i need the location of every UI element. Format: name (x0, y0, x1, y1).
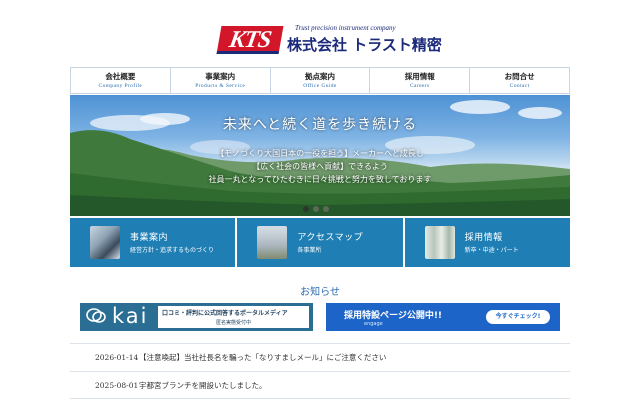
kai-banner[interactable]: kai 口コミ・評判に公式回答するポータルメディア 匿名実態受付中 (80, 303, 313, 331)
feature-sub: 経営方針・追求するものづくり (130, 247, 215, 254)
logo-tagline: Trust precision instrument company (295, 24, 396, 32)
nav-sublabel: Company Profile (98, 83, 143, 89)
hero-line: 社員一丸となってひたむきに日々挑戦と努力を致しております (208, 175, 432, 184)
feature-sub: 各事業所 (297, 247, 322, 254)
feature-access-map[interactable]: アクセスマップ 各事業所 (237, 218, 403, 267)
nav-item-contact[interactable]: お問合せ Contact (470, 68, 570, 93)
check-now-button[interactable]: 今すぐチェック! (486, 310, 550, 324)
nav-item-company[interactable]: 会社概要 Company Profile (71, 68, 171, 93)
hero-line: 【広く社会の皆様へ貢献】できるよう (252, 162, 388, 171)
feature-title: 事業案内 (130, 233, 169, 243)
kai-tagline: 口コミ・評判に公式回答するポータルメディア (162, 310, 288, 317)
nav-sublabel: Careers (409, 83, 430, 89)
logo-mark: KTS (216, 26, 284, 54)
company-logo[interactable]: KTS Trust precision instrument company 株… (216, 24, 442, 54)
speech-bubble-icon (86, 308, 106, 323)
hero-line: 【モノづくり大国日本の一役を担う】メーカーへと成長し (216, 149, 424, 158)
nav-label: 拠点案内 (304, 72, 335, 81)
site-header: KTS Trust precision instrument company 株… (0, 0, 640, 62)
feature-business[interactable]: 事業案内 経営方針・追求するものづくり (70, 218, 236, 267)
nav-item-products[interactable]: 事業案内 Products & Service (170, 68, 271, 93)
slider-dot[interactable] (323, 206, 329, 212)
kai-subtext: 匿名実態受付中 (215, 320, 251, 326)
feature-title: アクセスマップ (297, 233, 364, 243)
nav-sublabel: Office Guide (303, 83, 337, 89)
nav-sublabel: Products & Service (195, 83, 246, 89)
worker-photo-icon (90, 226, 120, 259)
engage-brand: engage (364, 321, 383, 327)
feature-careers[interactable]: 採用情報 新卒・中途・パート (404, 218, 570, 267)
nav-label: お問合せ (504, 72, 535, 81)
nav-sublabel: Contact (509, 83, 530, 89)
feature-sub: 新卒・中途・パート (464, 247, 519, 254)
news-heading: お知らせ (300, 287, 340, 298)
news-list: 2026-01-14 【注意喚起】当社社長名を騙った「なりすましメール」にご注意… (70, 343, 570, 399)
recruit-banner[interactable]: 採用特設ページ公開中!! engage 今すぐチェック! (326, 303, 560, 331)
hero-title: 未来へと続く道を歩き続ける (222, 117, 418, 133)
building-photo-icon (257, 226, 288, 259)
main-nav: 会社概要 Company Profile 事業案内 Products & Ser… (70, 67, 570, 94)
news-date: 2025-08-01 (95, 380, 139, 390)
company-name: 株式会社 トラスト精密 (287, 36, 442, 54)
nav-label: 会社概要 (105, 72, 136, 81)
hero-slider: 未来へと続く道を歩き続ける 【モノづくり大国日本の一役を担う】メーカーへと成長し… (70, 95, 570, 216)
staff-photo-icon (424, 226, 455, 259)
news-title[interactable]: 【注意喚起】当社社長名を騙った「なりすましメール」にご注意ください (139, 352, 386, 363)
news-title[interactable]: 宇都宮ブランチを開設いたしました。 (139, 380, 267, 391)
kai-wordmark: kai (112, 304, 149, 328)
recruit-title: 採用特設ページ公開中!! (344, 311, 443, 321)
news-date: 2026-01-14 (95, 353, 139, 362)
slider-dot[interactable] (313, 206, 319, 212)
slider-dots (303, 206, 329, 212)
hero-message: 【モノづくり大国日本の一役を担う】メーカーへと成長し 【広く社会の皆様へ貢献】で… (70, 147, 570, 186)
nav-item-offices[interactable]: 拠点案内 Office Guide (270, 68, 371, 93)
news-item[interactable]: 2025-08-01 宇都宮ブランチを開設いたしました。 (70, 371, 570, 399)
kai-text-box: 口コミ・評判に公式回答するポータルメディア 匿名実態受付中 (158, 306, 309, 328)
feature-title: 採用情報 (464, 233, 503, 243)
feature-banners: 事業案内 経営方針・追求するものづくり アクセスマップ 各事業所 採用情報 新卒… (70, 218, 570, 267)
nav-label: 採用情報 (404, 72, 435, 81)
news-item[interactable]: 2026-01-14 【注意喚起】当社社長名を騙った「なりすましメール」にご注意… (70, 343, 570, 371)
slider-dot[interactable] (303, 206, 309, 212)
nav-label: 事業案内 (205, 72, 236, 81)
nav-item-careers[interactable]: 採用情報 Careers (370, 68, 471, 93)
